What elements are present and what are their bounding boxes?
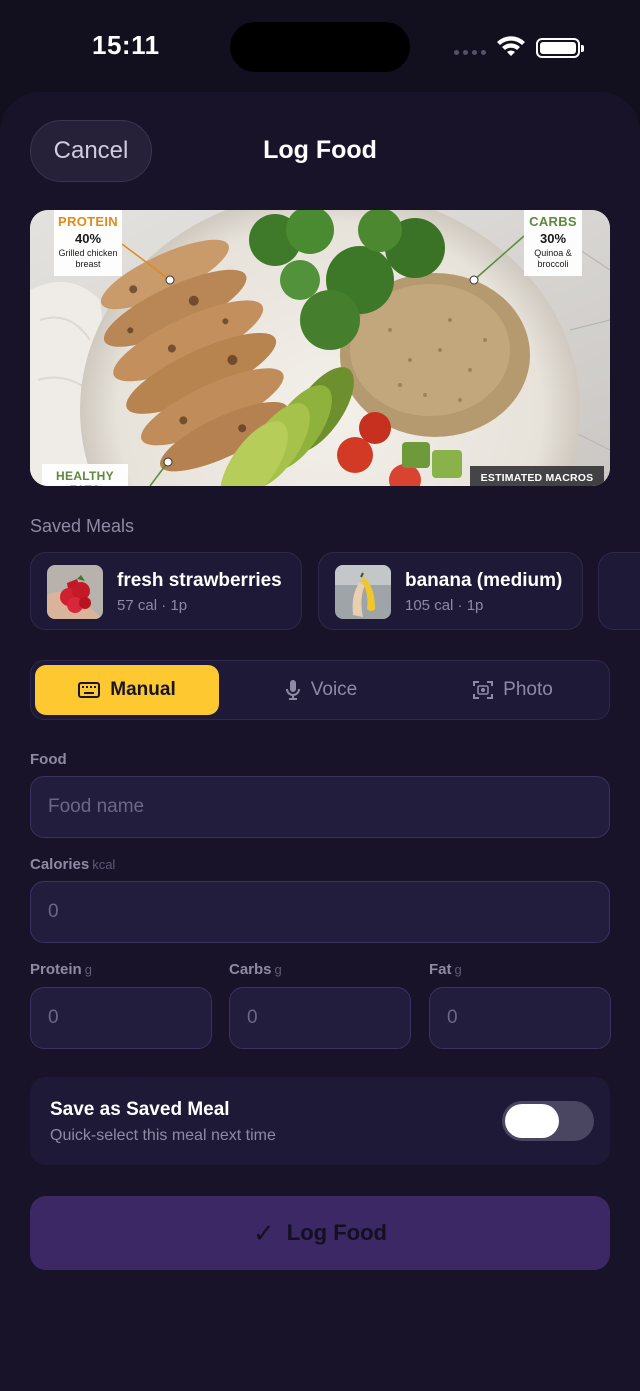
entry-mode-segmented-control: Manual Voice Photo: [30, 660, 610, 720]
fat-label: Fat g: [429, 961, 462, 978]
checkmark-icon: ✓: [253, 1217, 275, 1248]
tab-photo[interactable]: Photo: [421, 665, 605, 715]
food-name-input[interactable]: Food name: [30, 776, 610, 838]
saved-meal-card[interactable]: fresh strawberries 57 cal · 1p: [30, 552, 302, 630]
carbs-label: Carbs g: [229, 961, 282, 978]
toggle-knob: [505, 1104, 559, 1138]
carbs-macro-label: CARBS 30% Quinoa & broccoli: [524, 210, 582, 276]
log-food-button[interactable]: ✓ Log Food: [30, 1196, 610, 1270]
protein-macro-label: PROTEIN 40% Grilled chicken breast: [54, 210, 122, 276]
saved-meal-meta: 57 cal · 1p: [117, 597, 188, 614]
save-meal-row: Save as Saved Meal Quick-select this mea…: [30, 1077, 610, 1165]
saved-meal-card-partial[interactable]: [598, 552, 640, 630]
calories-label: Calories kcal: [30, 856, 116, 873]
saved-meal-name: fresh strawberries: [117, 570, 282, 591]
fats-macro-label: HEALTHY FATS: [42, 464, 128, 486]
calories-input[interactable]: 0: [30, 881, 610, 943]
food-label: Food: [30, 751, 67, 768]
cellular-signal-icon: [454, 50, 486, 55]
protein-label: Protein g: [30, 961, 92, 978]
banana-thumbnail: [335, 565, 391, 619]
protein-input[interactable]: 0: [30, 987, 212, 1049]
tab-manual[interactable]: Manual: [35, 665, 219, 715]
saved-meal-name: banana (medium): [405, 570, 563, 591]
page-title: Log Food: [263, 136, 377, 164]
tab-voice[interactable]: Voice: [229, 665, 413, 715]
saved-meal-card[interactable]: banana (medium) 105 cal · 1p: [318, 552, 583, 630]
wifi-icon: [497, 36, 525, 56]
save-meal-title: Save as Saved Meal: [50, 1099, 230, 1120]
status-time: 15:11: [92, 30, 160, 60]
strawberries-thumbnail: [47, 565, 103, 619]
saved-meal-meta: 105 cal · 1p: [405, 597, 484, 614]
fat-input[interactable]: 0: [429, 987, 611, 1049]
meal-macro-image: PROTEIN 40% Grilled chicken breast CARBS…: [30, 210, 610, 486]
estimated-macros-badge: ESTIMATED MACROS: [470, 466, 604, 486]
carbs-input[interactable]: 0: [229, 987, 411, 1049]
dynamic-island: [230, 22, 410, 72]
save-meal-subtitle: Quick-select this meal next time: [50, 1127, 276, 1144]
camera-scan-icon: [473, 681, 494, 699]
keyboard-icon: [78, 682, 101, 698]
microphone-icon: [285, 680, 300, 700]
saved-meals-heading: Saved Meals: [30, 516, 135, 536]
log-food-button-label: Log Food: [286, 1220, 387, 1245]
save-meal-toggle[interactable]: [502, 1101, 594, 1141]
status-bar: 15:11: [0, 0, 640, 92]
battery-icon: [536, 38, 584, 58]
